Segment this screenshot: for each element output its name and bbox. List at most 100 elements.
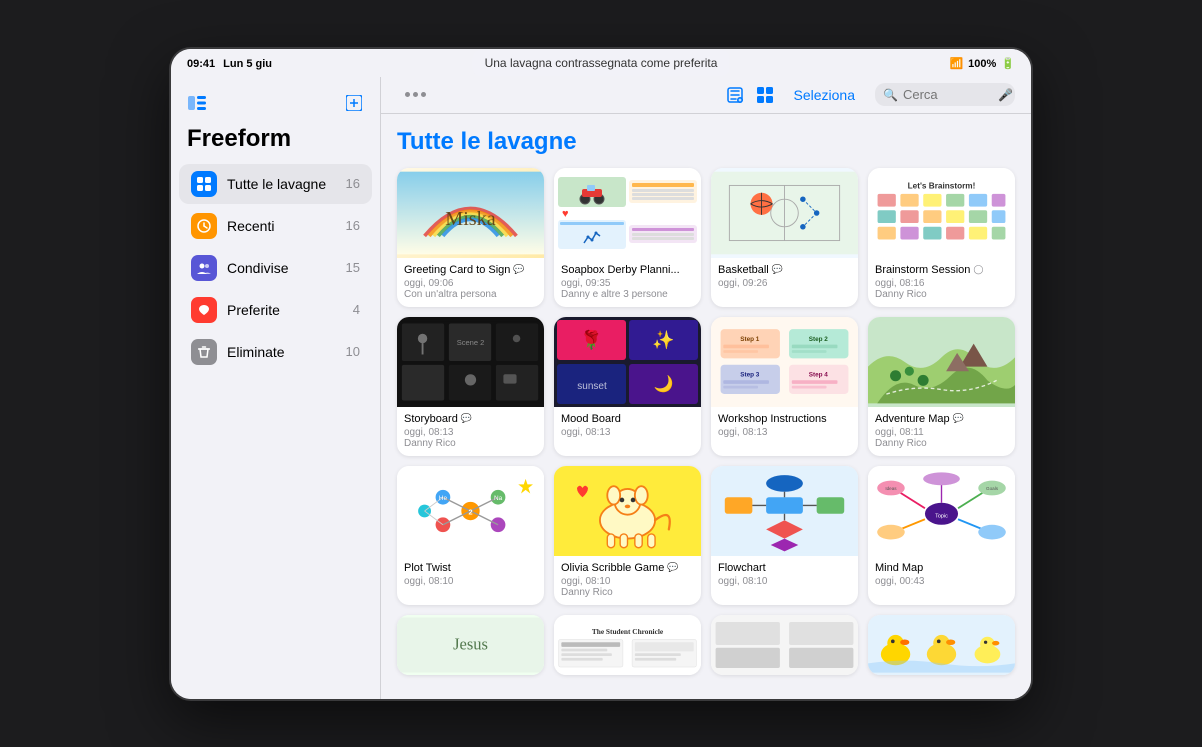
board-date-soapbox: oggi, 09:35 xyxy=(561,278,694,289)
board-person-soapbox: Danny e altre 3 persone xyxy=(561,289,694,300)
board-info-flowchart: Flowchart oggi, 08:10 xyxy=(711,556,858,594)
board-date-mindmap: oggi, 00:43 xyxy=(875,576,1008,587)
board-thumbnail-basketball xyxy=(711,168,858,258)
svg-text:The Student Chronicle: The Student Chronicle xyxy=(592,627,664,636)
board-info-brainstorm: Brainstorm Session ◯ oggi, 08:16 Danny R… xyxy=(868,258,1015,307)
board-thumbnail-storyboard: Scene 2 xyxy=(397,317,544,407)
favorites-count: 4 xyxy=(353,302,360,317)
board-person-storyboard: Danny Rico xyxy=(404,438,537,449)
time-display: 09:41 xyxy=(187,58,215,70)
board-name-olivia: Olivia Scribble Game 💬 xyxy=(561,561,694,575)
board-date-greeting: oggi, 09:06 xyxy=(404,278,537,289)
svg-text:Miska: Miska xyxy=(445,207,496,229)
share-icon-adventure: 💬 xyxy=(953,413,964,425)
board-card-chronicle[interactable]: The Student Chronicle xyxy=(554,615,701,675)
board-info-workshop: Workshop Instructions oggi, 08:13 xyxy=(711,407,858,445)
board-card-plottwist[interactable]: 2 He Na Plot Twist oggi, 08:10 xyxy=(397,466,544,605)
sidebar-toggle-button[interactable] xyxy=(183,89,211,117)
recent-icon xyxy=(191,213,217,239)
board-card-soapbox[interactable]: ♥ Soapbox Derby Planni... oggi, 09:35 Da… xyxy=(554,168,701,307)
new-board-button[interactable] xyxy=(340,89,368,117)
mic-icon[interactable]: 🎤 xyxy=(998,88,1013,102)
board-date-plottwist: oggi, 08:10 xyxy=(404,576,537,587)
board-name-basketball: Basketball 💬 xyxy=(718,263,851,277)
sidebar-item-deleted[interactable]: Eliminate 10 xyxy=(179,332,372,372)
deleted-label: Eliminate xyxy=(227,344,336,360)
all-boards-label: Tutte le lavagne xyxy=(227,176,336,192)
board-card-moodboard[interactable]: 🌹 ✨ sunset 🌙 Mood Board xyxy=(554,317,701,456)
search-box[interactable]: 🔍 🎤 xyxy=(875,83,1015,106)
recent-label: Recenti xyxy=(227,218,336,234)
board-card-jesus[interactable]: Jesus xyxy=(397,615,544,675)
board-info-soapbox: Soapbox Derby Planni... oggi, 09:35 Dann… xyxy=(554,258,701,307)
board-name-plottwist: Plot Twist xyxy=(404,561,537,575)
sidebar-item-all[interactable]: Tutte le lavagne 16 xyxy=(179,164,372,204)
board-card-flowchart[interactable]: Flowchart oggi, 08:10 xyxy=(711,466,858,605)
sidebar: Freeform Tutte le lavagne 16 xyxy=(171,77,381,699)
sidebar-item-shared[interactable]: Condivise 15 xyxy=(179,248,372,288)
svg-text:Na: Na xyxy=(494,495,503,502)
board-card-basketball[interactable]: Basketball 💬 oggi, 09:26 xyxy=(711,168,858,307)
board-card-something[interactable] xyxy=(711,615,858,675)
board-info-olivia: Olivia Scribble Game 💬 oggi, 08:10 Danny… xyxy=(554,556,701,605)
shared-icon xyxy=(191,255,217,281)
toolbar: Seleziona 🔍 🎤 xyxy=(381,77,1031,114)
board-card-olivia[interactable]: Olivia Scribble Game 💬 oggi, 08:10 Danny… xyxy=(554,466,701,605)
status-bar: 09:41 Lun 5 giu 📶 100% 🔋 xyxy=(171,49,1031,77)
svg-text:2: 2 xyxy=(468,508,472,517)
shared-label: Condivise xyxy=(227,260,336,276)
board-name-greeting: Greeting Card to Sign 💬 xyxy=(404,263,537,277)
all-boards-icon xyxy=(191,171,217,197)
sidebar-item-favorites[interactable]: Preferite 4 xyxy=(179,290,372,330)
board-date-olivia: oggi, 08:10 xyxy=(561,576,694,587)
board-thumbnail-adventure xyxy=(868,317,1015,407)
board-person-brainstorm: Danny Rico xyxy=(875,289,1008,300)
all-boards-count: 16 xyxy=(346,176,360,191)
board-name-mindmap: Mind Map xyxy=(875,561,1008,575)
board-thumbnail-mindmap: Topic xyxy=(868,466,1015,556)
board-thumbnail-olivia xyxy=(554,466,701,556)
board-card-greeting[interactable]: Miska Greeting Card to Sign 💬 oggi, 09:0… xyxy=(397,168,544,307)
dot-3 xyxy=(421,92,426,97)
board-card-workshop[interactable]: Step 1 Step 2 Step 3 xyxy=(711,317,858,456)
board-thumbnail-jesus: Jesus xyxy=(397,615,544,675)
board-thumbnail-ducks xyxy=(868,615,1015,675)
board-name-brainstorm: Brainstorm Session ◯ xyxy=(875,263,1008,277)
share-icon-storyboard: 💬 xyxy=(461,413,472,425)
sidebar-item-recent[interactable]: Recenti 16 xyxy=(179,206,372,246)
board-name-workshop: Workshop Instructions xyxy=(718,412,851,426)
board-name-soapbox: Soapbox Derby Planni... xyxy=(561,263,694,277)
sidebar-header xyxy=(171,85,380,125)
search-input[interactable] xyxy=(903,87,993,102)
grid-view-button[interactable] xyxy=(756,86,774,104)
board-thumbnail-soapbox: ♥ xyxy=(554,168,701,258)
board-date-flowchart: oggi, 08:10 xyxy=(718,576,851,587)
board-info-storyboard: Storyboard 💬 oggi, 08:13 Danny Rico xyxy=(397,407,544,456)
svg-text:Step 4: Step 4 xyxy=(809,371,829,378)
svg-text:Jesus: Jesus xyxy=(453,635,488,654)
svg-text:Step 3: Step 3 xyxy=(740,371,760,378)
board-card-storyboard[interactable]: Scene 2 Storyboard 💬 oggi, 08:1 xyxy=(397,317,544,456)
board-date-moodboard: oggi, 08:13 xyxy=(561,427,694,438)
search-icon: 🔍 xyxy=(883,88,898,102)
select-button[interactable]: Seleziona xyxy=(786,83,864,107)
board-card-mindmap[interactable]: Topic xyxy=(868,466,1015,605)
date-display: Lun 5 giu xyxy=(223,58,272,70)
boards-container: Tutte le lavagne xyxy=(381,114,1031,699)
boards-section-title: Tutte le lavagne xyxy=(397,128,1015,156)
board-info-greeting: Greeting Card to Sign 💬 oggi, 09:06 Con … xyxy=(397,258,544,307)
ipad-frame: 09:41 Lun 5 giu 📶 100% 🔋 xyxy=(171,49,1031,699)
board-card-adventure[interactable]: Adventure Map 💬 oggi, 08:11 Danny Rico xyxy=(868,317,1015,456)
svg-text:Topic: Topic xyxy=(935,514,948,520)
board-card-ducks[interactable] xyxy=(868,615,1015,675)
board-thumbnail-moodboard: 🌹 ✨ sunset 🌙 xyxy=(554,317,701,407)
svg-text:Step 2: Step 2 xyxy=(809,336,829,343)
board-date-brainstorm: oggi, 08:16 xyxy=(875,278,1008,289)
board-name-moodboard: Mood Board xyxy=(561,412,694,426)
board-card-brainstorm[interactable]: Let's Brainstorm! xyxy=(868,168,1015,307)
boards-grid: Miska Greeting Card to Sign 💬 oggi, 09:0… xyxy=(397,168,1015,676)
board-date-workshop: oggi, 08:13 xyxy=(718,427,851,438)
board-thumbnail-something xyxy=(711,615,858,675)
compose-button[interactable] xyxy=(726,86,744,104)
deleted-icon xyxy=(191,339,217,365)
